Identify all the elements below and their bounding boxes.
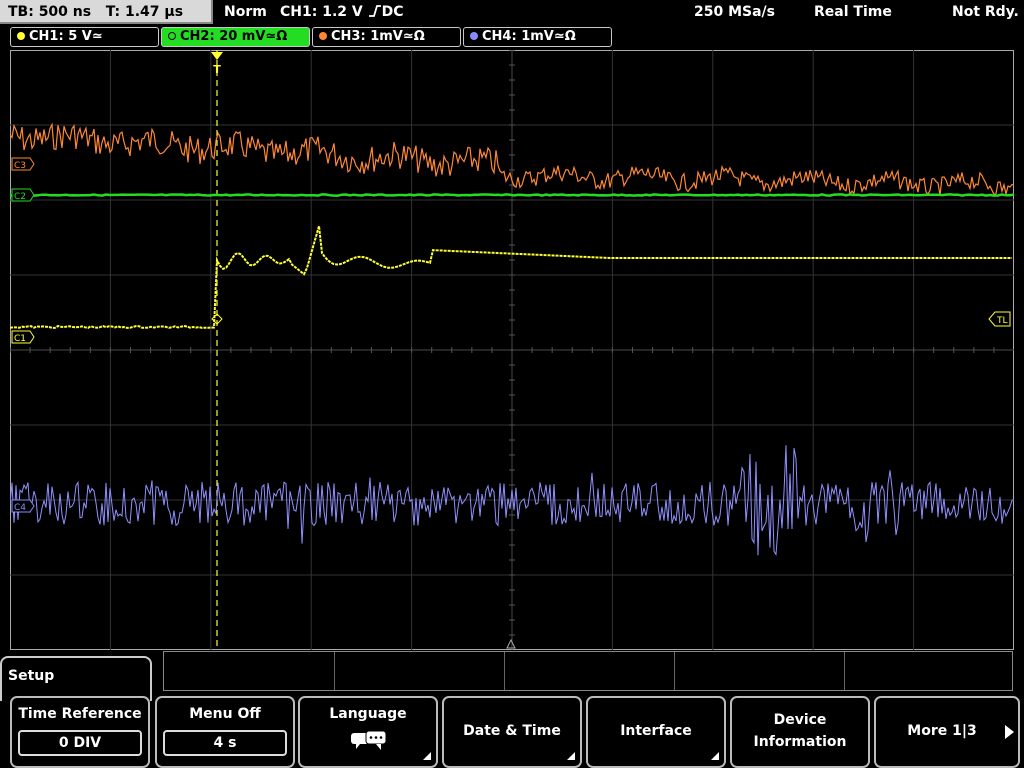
ch2-color-dot — [168, 32, 176, 40]
timebase-display[interactable]: TB: 500 ns T: 1.47 µs — [0, 0, 213, 24]
date-time-softkey[interactable]: Date & Time — [442, 696, 582, 768]
sample-rate: 250 MSa/s — [694, 4, 776, 20]
trigger-level-marker[interactable]: TL — [988, 311, 1011, 327]
submenu-indicator-icon — [423, 752, 431, 760]
speech-bubble-icon — [351, 730, 387, 750]
acquisition-mode[interactable]: Real Time — [814, 2, 892, 22]
ch3-marker-label: C3 — [14, 161, 26, 171]
ch3-label: CH3: 1mV≃Ω — [331, 29, 425, 44]
ch2-offset-marker[interactable]: C2 — [11, 188, 35, 202]
more-softkey[interactable]: More 1|3 — [874, 696, 1020, 768]
channel-tab-ch3[interactable]: CH3: 1mV≃Ω — [312, 27, 461, 47]
ch3-offset-marker[interactable]: C3 — [11, 157, 35, 171]
menu-info-strip — [163, 651, 1013, 691]
acquisition-state: Not Rdy. — [952, 4, 1019, 20]
interface-softkey[interactable]: Interface — [586, 696, 726, 768]
time-reference-softkey[interactable]: Time Reference 0 DIV — [10, 696, 150, 768]
time-reference-label: Time Reference — [18, 706, 142, 722]
submenu-indicator-icon — [711, 752, 719, 760]
ch4-marker-label: C4 — [14, 503, 26, 513]
trigger-coupling: DC — [381, 4, 404, 20]
graticule — [10, 50, 1014, 650]
ch3-color-dot — [319, 32, 327, 40]
ch4-color-dot — [470, 32, 478, 40]
trigger-mode[interactable]: Norm — [224, 2, 267, 22]
trigger-source-level: CH1: 1.2 V — [280, 4, 363, 20]
channel-tab-ch2[interactable]: CH2: 20 mV≃Ω — [161, 27, 310, 47]
channel-tab-ch1[interactable]: CH1: 5 V≃ — [10, 27, 159, 47]
menu-off-value: 4 s — [163, 730, 287, 756]
timebase-value: TB: 500 ns — [8, 4, 92, 20]
channel-tab-ch4[interactable]: CH4: 1mV≃Ω — [463, 27, 612, 47]
more-label: More 1|3 — [907, 723, 977, 739]
ch1-marker-label: C1 — [14, 334, 26, 344]
ch1-label: CH1: 5 V≃ — [29, 29, 103, 44]
menu-off-softkey[interactable]: Menu Off 4 s — [155, 696, 295, 768]
language-label: Language — [329, 706, 407, 722]
ch2-label: CH2: 20 mV≃Ω — [180, 29, 288, 44]
ch2-waveform — [10, 193, 1014, 197]
time-reference-marker — [506, 638, 516, 649]
ch2-marker-label: C2 — [14, 192, 26, 202]
time-reference-value: 0 DIV — [18, 730, 142, 756]
ch1-waveform — [10, 225, 1012, 329]
ch4-label: CH4: 1mV≃Ω — [482, 29, 576, 44]
trigger-position-marker[interactable]: T — [211, 52, 223, 76]
device-information-label-1: Device — [773, 712, 827, 728]
device-information-label-2: Information — [753, 734, 847, 750]
device-information-softkey[interactable]: Device Information — [730, 696, 870, 768]
submenu-indicator-icon — [567, 752, 575, 760]
rising-edge-icon — [368, 5, 381, 17]
date-time-label: Date & Time — [463, 723, 561, 739]
interface-label: Interface — [620, 723, 692, 739]
menu-off-label: Menu Off — [189, 706, 261, 722]
trigger-level-label: TL — [996, 316, 1008, 326]
ch4-offset-marker[interactable]: C4 — [11, 499, 35, 513]
time-position-value: T: 1.47 µs — [105, 4, 184, 20]
ch1-offset-marker[interactable]: C1 — [11, 330, 35, 344]
waveform-canvas[interactable]: T C3 C2 C1 C4 TL — [10, 50, 1014, 650]
arrow-right-icon — [1005, 725, 1014, 739]
menu-title: Setup — [8, 668, 55, 684]
trigger-info[interactable]: CH1: 1.2 V DC — [280, 2, 404, 22]
ch1-color-dot — [17, 32, 25, 40]
language-softkey[interactable]: Language — [298, 696, 438, 768]
trigger-marker-label: T — [213, 63, 221, 76]
